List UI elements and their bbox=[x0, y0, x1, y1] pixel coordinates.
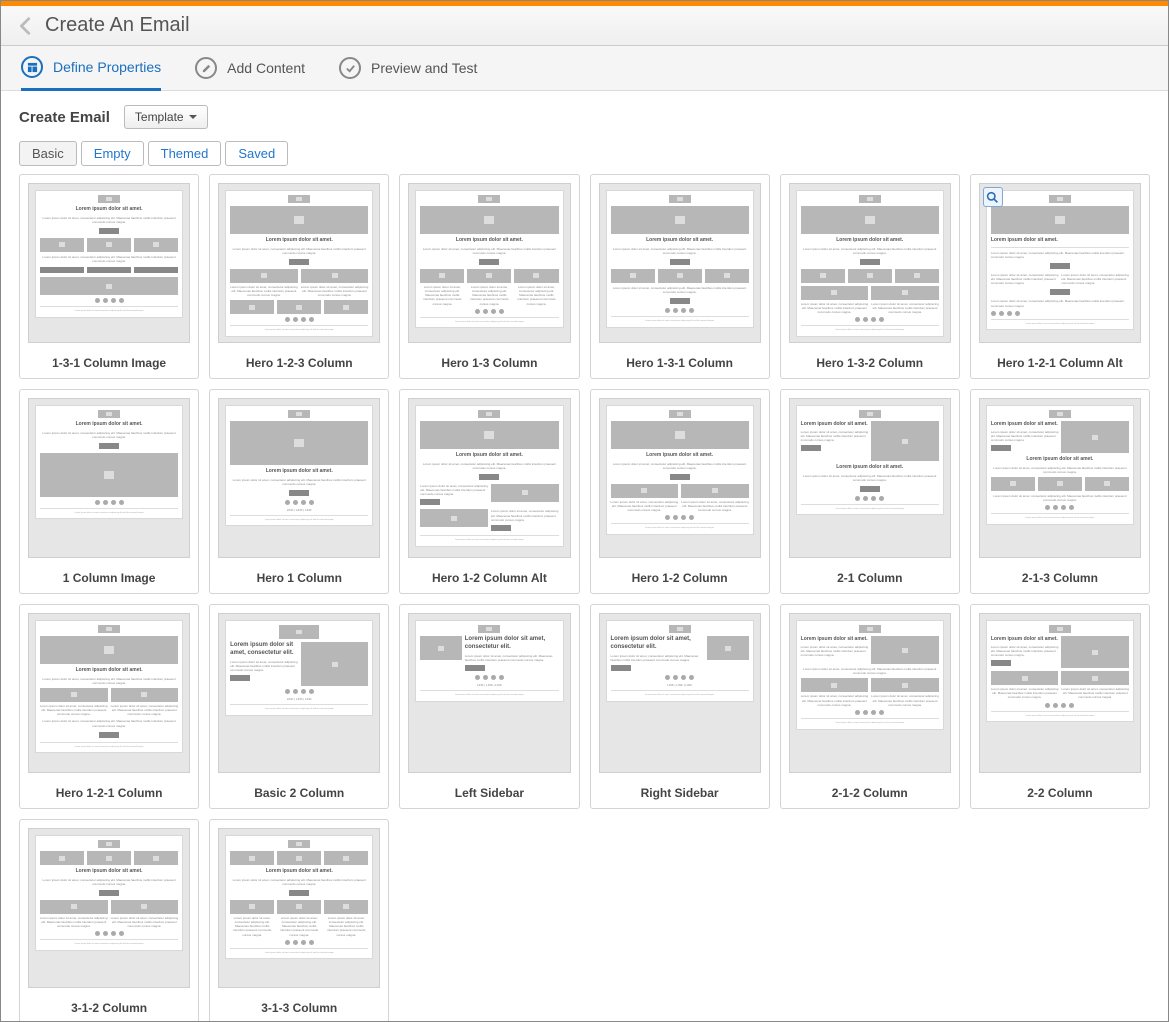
template-card[interactable]: Lorem ipsum dolor sit amet.Lorem ipsum d… bbox=[399, 174, 579, 379]
magnify-icon bbox=[986, 191, 999, 204]
template-thumbnail: Lorem ipsum dolor sit amet.Lorem ipsum d… bbox=[218, 183, 380, 343]
template-thumbnail: Lorem ipsum dolor sit amet, consectetur … bbox=[218, 613, 380, 773]
caret-down-icon bbox=[189, 115, 197, 119]
template-label: 2-1-3 Column bbox=[971, 566, 1149, 593]
category-tabs: Basic Empty Themed Saved bbox=[19, 141, 1150, 166]
template-card[interactable]: Lorem ipsum dolor sit amet.Lorem ipsum d… bbox=[970, 174, 1150, 379]
template-card[interactable]: Lorem ipsum dolor sit amet.Lorem ipsum d… bbox=[19, 389, 199, 594]
template-thumbnail: Lorem ipsum dolor sit amet.Lorem ipsum d… bbox=[789, 183, 951, 343]
tab-label: Empty bbox=[94, 146, 131, 161]
template-card[interactable]: Lorem ipsum dolor sit amet.Lorem ipsum d… bbox=[209, 174, 389, 379]
template-label: Hero 1-2 Column Alt bbox=[400, 566, 578, 593]
template-label: Basic 2 Column bbox=[210, 781, 388, 808]
template-label: 3-1-2 Column bbox=[20, 996, 198, 1022]
template-card[interactable]: Lorem ipsum dolor sit amet.Lorem ipsum d… bbox=[590, 174, 770, 379]
template-card[interactable]: Lorem ipsum dolor sit amet.Lorem ipsum d… bbox=[780, 174, 960, 379]
template-card[interactable]: Lorem ipsum dolor sit amet, consectetur … bbox=[399, 604, 579, 809]
template-label: 2-1 Column bbox=[781, 566, 959, 593]
back-button[interactable] bbox=[15, 15, 37, 37]
content-area: Create Email Template Basic Empty Themed… bbox=[1, 91, 1168, 1022]
template-card[interactable]: Lorem ipsum dolor sit amet, consectetur … bbox=[209, 604, 389, 809]
template-card[interactable]: Lorem ipsum dolor sit amet.Lorem ipsum d… bbox=[590, 389, 770, 594]
template-thumbnail: Lorem ipsum dolor sit amet.Lorem ipsum d… bbox=[789, 613, 951, 773]
template-label: 1 Column Image bbox=[20, 566, 198, 593]
step-define-properties[interactable]: Define Properties bbox=[21, 56, 161, 91]
step-label: Preview and Test bbox=[371, 60, 477, 76]
step-preview-test[interactable]: Preview and Test bbox=[339, 56, 477, 90]
template-card[interactable]: Lorem ipsum dolor sit amet.Lorem ipsum d… bbox=[19, 604, 199, 809]
template-label: 1-3-1 Column Image bbox=[20, 351, 198, 378]
template-dropdown[interactable]: Template bbox=[124, 105, 208, 129]
template-card[interactable]: Lorem ipsum dolor sit amet.Lorem ipsum d… bbox=[209, 819, 389, 1022]
template-thumbnail: Lorem ipsum dolor sit amet.Lorem ipsum d… bbox=[408, 183, 570, 343]
tab-basic[interactable]: Basic bbox=[19, 141, 77, 166]
template-label: Hero 1-3-2 Column bbox=[781, 351, 959, 378]
template-card[interactable]: Lorem ipsum dolor sit amet.Lorem ipsum d… bbox=[780, 389, 960, 594]
template-card[interactable]: Lorem ipsum dolor sit amet.Lorem ipsum d… bbox=[19, 174, 199, 379]
title-bar: Create An Email bbox=[1, 6, 1168, 46]
template-card[interactable]: Lorem ipsum dolor sit amet, consectetur … bbox=[590, 604, 770, 809]
step-add-content[interactable]: Add Content bbox=[195, 56, 305, 90]
template-label: Hero 1-3 Column bbox=[400, 351, 578, 378]
template-label: Hero 1-2-1 Column bbox=[20, 781, 198, 808]
template-thumbnail: Lorem ipsum dolor sit amet.Lorem ipsum d… bbox=[28, 828, 190, 988]
template-thumbnail: Lorem ipsum dolor sit amet, consectetur … bbox=[408, 613, 570, 773]
template-thumbnail: Lorem ipsum dolor sit amet.Lorem ipsum d… bbox=[789, 398, 951, 558]
template-label: Hero 1-2-3 Column bbox=[210, 351, 388, 378]
template-label: 2-2 Column bbox=[971, 781, 1149, 808]
steps-bar: Define Properties Add Content Preview an… bbox=[1, 46, 1168, 91]
template-label: 2-1-2 Column bbox=[781, 781, 959, 808]
template-label: Hero 1-2 Column bbox=[591, 566, 769, 593]
dropdown-label: Template bbox=[135, 110, 184, 124]
template-thumbnail: Lorem ipsum dolor sit amet.Lorem ipsum d… bbox=[979, 613, 1141, 773]
template-thumbnail: Lorem ipsum dolor sit amet.Lorem ipsum d… bbox=[28, 183, 190, 343]
subheading: Create Email bbox=[19, 109, 110, 126]
template-card[interactable]: Lorem ipsum dolor sit amet.Lorem ipsum d… bbox=[780, 604, 960, 809]
tab-saved[interactable]: Saved bbox=[225, 141, 288, 166]
template-label: Hero 1-3-1 Column bbox=[591, 351, 769, 378]
template-label: Right Sidebar bbox=[591, 781, 769, 808]
step-label: Add Content bbox=[227, 60, 305, 76]
template-label: Hero 1 Column bbox=[210, 566, 388, 593]
template-thumbnail: Lorem ipsum dolor sit amet.Lorem ipsum d… bbox=[979, 398, 1141, 558]
template-thumbnail: Lorem ipsum dolor sit amet.Lorem ipsum d… bbox=[218, 828, 380, 988]
template-card[interactable]: Lorem ipsum dolor sit amet.Lorem ipsum d… bbox=[19, 819, 199, 1022]
template-card[interactable]: Lorem ipsum dolor sit amet.Lorem ipsum d… bbox=[209, 389, 389, 594]
template-grid: Lorem ipsum dolor sit amet.Lorem ipsum d… bbox=[19, 174, 1150, 1022]
template-thumbnail: Lorem ipsum dolor sit amet, consectetur … bbox=[599, 613, 761, 773]
chevron-left-icon bbox=[15, 15, 37, 37]
template-thumbnail: Lorem ipsum dolor sit amet.Lorem ipsum d… bbox=[599, 398, 761, 558]
tab-empty[interactable]: Empty bbox=[81, 141, 144, 166]
pencil-icon bbox=[195, 57, 217, 79]
template-thumbnail: Lorem ipsum dolor sit amet.Lorem ipsum d… bbox=[599, 183, 761, 343]
check-icon bbox=[339, 57, 361, 79]
tab-themed[interactable]: Themed bbox=[148, 141, 222, 166]
page-title: Create An Email bbox=[45, 14, 190, 37]
step-label: Define Properties bbox=[53, 59, 161, 75]
template-thumbnail: Lorem ipsum dolor sit amet.Lorem ipsum d… bbox=[979, 183, 1141, 343]
template-label: Hero 1-2-1 Column Alt bbox=[971, 351, 1149, 378]
template-card[interactable]: Lorem ipsum dolor sit amet.Lorem ipsum d… bbox=[399, 389, 579, 594]
template-thumbnail: Lorem ipsum dolor sit amet.Lorem ipsum d… bbox=[28, 613, 190, 773]
template-card[interactable]: Lorem ipsum dolor sit amet.Lorem ipsum d… bbox=[970, 604, 1150, 809]
template-label: 3-1-3 Column bbox=[210, 996, 388, 1022]
app-frame: Create An Email Define Properties Add Co… bbox=[0, 0, 1169, 1022]
template-thumbnail: Lorem ipsum dolor sit amet.Lorem ipsum d… bbox=[218, 398, 380, 558]
magnify-button[interactable] bbox=[983, 187, 1003, 207]
subheading-row: Create Email Template bbox=[19, 105, 1150, 129]
tab-label: Themed bbox=[161, 146, 209, 161]
tab-label: Saved bbox=[238, 146, 275, 161]
tab-label: Basic bbox=[32, 146, 64, 161]
template-card[interactable]: Lorem ipsum dolor sit amet.Lorem ipsum d… bbox=[970, 389, 1150, 594]
template-label: Left Sidebar bbox=[400, 781, 578, 808]
template-thumbnail: Lorem ipsum dolor sit amet.Lorem ipsum d… bbox=[408, 398, 570, 558]
template-thumbnail: Lorem ipsum dolor sit amet.Lorem ipsum d… bbox=[28, 398, 190, 558]
layout-icon bbox=[21, 56, 43, 78]
